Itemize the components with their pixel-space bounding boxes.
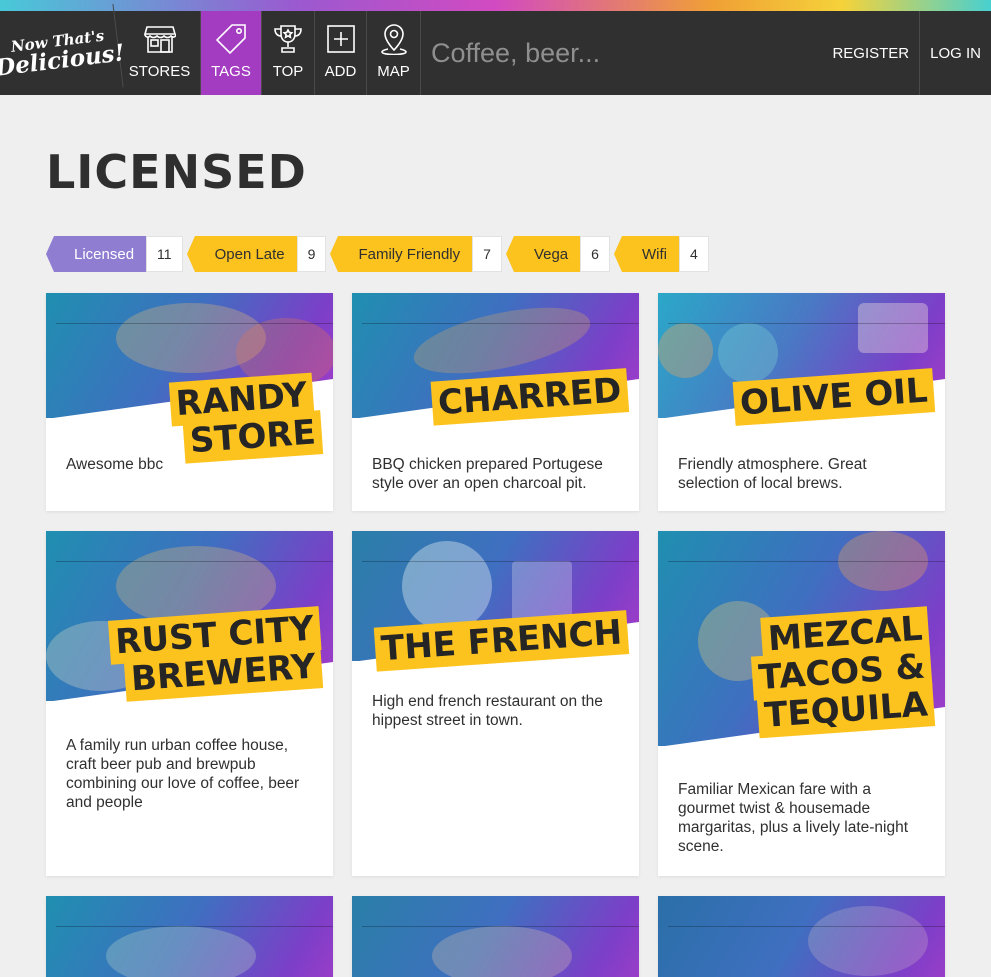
tag-count: 11 [146, 236, 183, 272]
store-description: Familiar Mexican fare with a gourmet twi… [678, 781, 909, 855]
tag-count: 7 [472, 236, 502, 272]
add-icon [325, 23, 357, 55]
search-input[interactable] [431, 37, 791, 69]
nav-stores-label: STORES [128, 63, 191, 80]
store-card[interactable]: Charred BBQ chicken prepared Portugese s… [352, 293, 639, 511]
store-image [352, 896, 639, 977]
login-link[interactable]: LOG IN [920, 11, 991, 95]
tag-filter-list: Licensed 11 Open Late 9 Family Friendly … [45, 236, 709, 272]
tag-family-friendly[interactable]: Family Friendly 7 [330, 236, 502, 272]
tag-count: 9 [296, 236, 327, 272]
tag-vega[interactable]: Vega 6 [505, 236, 610, 272]
nav-tags[interactable]: TAGS [201, 11, 262, 95]
page-title: LICENSED [46, 145, 307, 199]
map-pin-icon [378, 23, 410, 55]
store-card[interactable]: The French High end french restaurant on… [352, 531, 639, 876]
nav-add[interactable]: ADD [315, 11, 367, 95]
store-card[interactable] [46, 896, 333, 977]
tag-licensed[interactable]: Licensed 11 [45, 236, 183, 272]
rainbow-bar [0, 0, 991, 11]
tag-icon [215, 23, 247, 55]
store-image [46, 896, 333, 977]
tag-label: Open Late [186, 236, 297, 272]
search-bar [421, 11, 822, 95]
nav-map[interactable]: MAP [367, 11, 421, 95]
store-description: Friendly atmosphere. Great selection of … [678, 456, 867, 492]
nav-tags-label: TAGS [211, 63, 251, 80]
tag-label: Vega [505, 236, 581, 272]
store-description: High end french restaurant on the hippes… [372, 693, 603, 729]
tag-open-late[interactable]: Open Late 9 [186, 236, 327, 272]
tag-label: Family Friendly [330, 236, 473, 272]
main-nav: Now That's Delicious! STORES TAGS TOP AD… [0, 4, 991, 102]
store-card[interactable]: Olive Oil Friendly atmosphere. Great sel… [658, 293, 945, 511]
auth-links: REGISTER LOG IN [822, 11, 991, 95]
nav-top-label: TOP [272, 63, 304, 80]
tag-label: Wifi [613, 236, 679, 272]
store-icon [143, 23, 176, 55]
store-name[interactable]: Mezcal Tacos & Tequila [728, 606, 936, 739]
store-description: Awesome bbc [66, 456, 164, 473]
nav-add-label: ADD [324, 63, 357, 80]
tag-count: 6 [580, 236, 610, 272]
logo[interactable]: Now That's Delicious! [0, 4, 126, 102]
store-description: A family run urban coffee house, craft b… [66, 737, 300, 811]
store-description: BBQ chicken prepared Portugese style ove… [372, 456, 603, 492]
store-card[interactable]: Rust City Brewery A family run urban cof… [46, 531, 333, 876]
nav-top[interactable]: TOP [262, 11, 315, 95]
nav-stores[interactable]: STORES [119, 11, 201, 95]
tag-count: 4 [678, 236, 709, 272]
store-name[interactable]: Rust City Brewery [107, 606, 324, 702]
store-image [658, 896, 945, 977]
nav-map-label: MAP [377, 63, 410, 80]
store-card[interactable]: Randy Store Awesome bbc [46, 293, 333, 511]
store-card[interactable] [352, 896, 639, 977]
tag-wifi[interactable]: Wifi 4 [613, 236, 709, 272]
register-link[interactable]: REGISTER [822, 11, 921, 95]
store-card[interactable]: Mezcal Tacos & Tequila Familiar Mexican … [658, 531, 945, 876]
store-card[interactable] [658, 896, 945, 977]
trophy-icon [272, 23, 304, 55]
tag-label: Licensed [45, 236, 147, 272]
